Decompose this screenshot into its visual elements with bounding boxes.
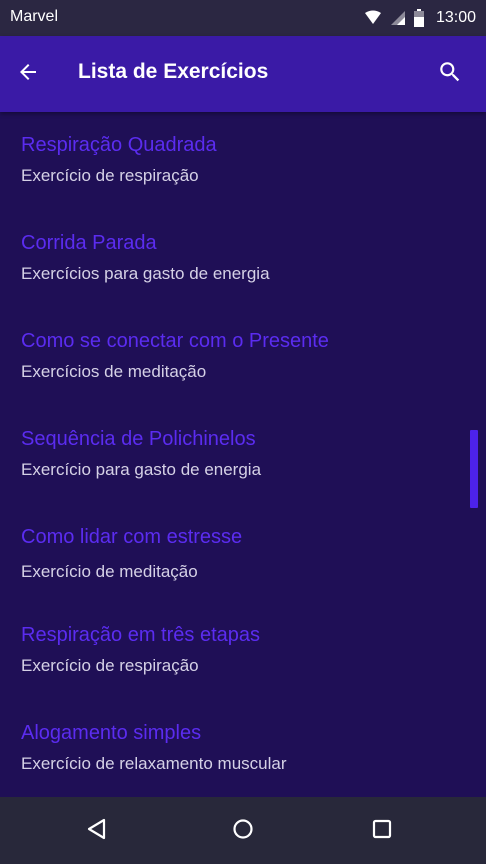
exercise-subtitle: Exercícios para gasto de energia [21, 264, 270, 283]
exercise-title: Respiração Quadrada [21, 134, 217, 156]
wifi-icon [364, 10, 382, 26]
nav-back-button[interactable] [77, 811, 117, 851]
nav-home-button[interactable] [223, 811, 263, 851]
list-item[interactable]: Alogamento simples Exercício de relaxame… [0, 722, 486, 797]
list-item[interactable]: Respiração Quadrada Exercício de respira… [0, 134, 486, 232]
back-triangle-icon [86, 818, 108, 845]
search-button[interactable] [432, 56, 468, 92]
exercise-title: Respiração em três etapas [21, 624, 261, 646]
exercise-subtitle: Exercícios de meditação [21, 362, 207, 381]
clock: 13:00 [435, 9, 476, 26]
home-circle-icon [232, 818, 254, 845]
back-button[interactable] [10, 56, 46, 92]
list-item[interactable]: Respiração em três etapas Exercício de r… [0, 624, 486, 722]
carrier-name: Marvel [10, 8, 59, 25]
exercise-list[interactable]: Respiração Quadrada Exercício de respira… [0, 112, 486, 797]
battery-icon [413, 9, 424, 27]
list-item[interactable]: Corrida Parada Exercícios para gasto de … [0, 232, 486, 330]
exercise-subtitle: Exercício de respiração [21, 166, 199, 185]
list-item[interactable]: Como lidar com estresse Exercício de med… [0, 526, 486, 624]
exercise-subtitle: Exercício de meditação [21, 562, 198, 581]
signal-icon [390, 10, 406, 26]
app-bar: Lista de Exercícios [0, 36, 486, 112]
screen: Marvel 13:00 Lista de Exercícios Respira… [0, 0, 486, 864]
nav-recents-button[interactable] [362, 811, 402, 851]
exercise-title: Corrida Parada [21, 232, 157, 254]
scrollbar-thumb[interactable] [470, 430, 478, 508]
arrow-left-icon [16, 60, 40, 89]
exercise-title: Sequência de Polichinelos [21, 428, 256, 450]
status-icons: 13:00 [364, 7, 476, 29]
list-item[interactable]: Como se conectar com o Presente Exercíci… [0, 330, 486, 428]
exercise-subtitle: Exercício de relaxamento muscular [21, 754, 287, 773]
exercise-subtitle: Exercício de respiração [21, 656, 199, 675]
page-title: Lista de Exercícios [78, 60, 269, 83]
exercise-title: Como lidar com estresse [21, 526, 243, 548]
status-bar: Marvel 13:00 [0, 0, 486, 36]
exercise-title: Alogamento simples [21, 722, 202, 744]
exercise-subtitle: Exercício para gasto de energia [21, 460, 262, 479]
exercise-title: Como se conectar com o Presente [21, 330, 329, 352]
search-icon [437, 59, 463, 90]
list-item[interactable]: Sequência de Polichinelos Exercício para… [0, 428, 486, 526]
recents-square-icon [371, 818, 393, 845]
navigation-bar [0, 797, 486, 864]
